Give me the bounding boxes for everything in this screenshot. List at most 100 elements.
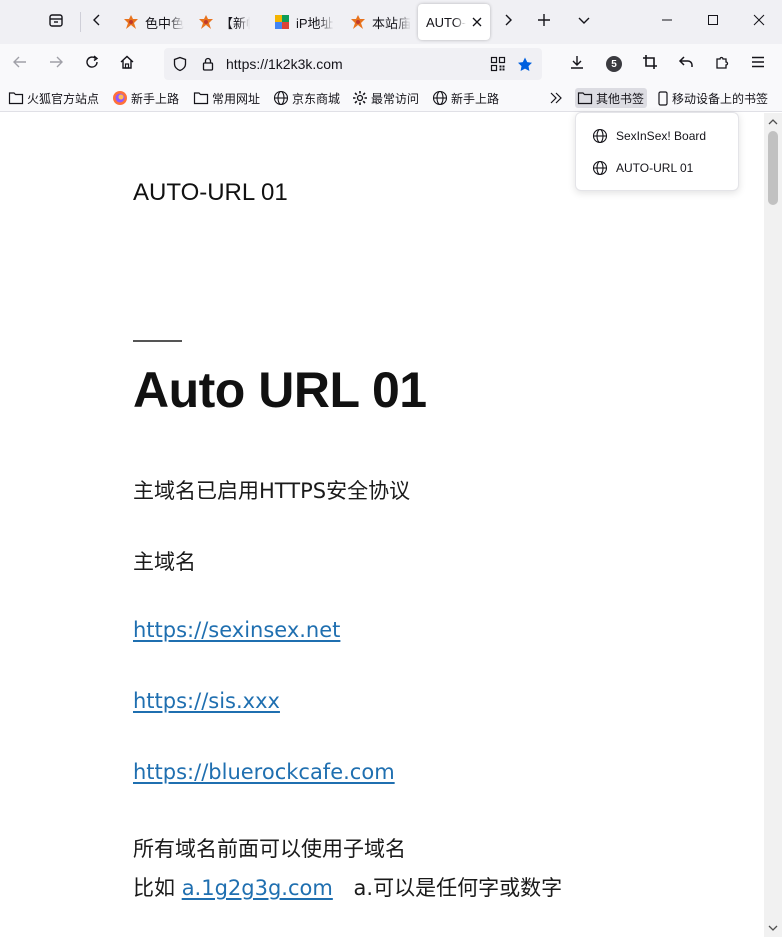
scroll-tabs-left-button[interactable] [81, 6, 113, 38]
globe-icon [592, 128, 608, 144]
domain-link-paragraph: https://bluerockcafe.com [133, 760, 395, 784]
bookmark-label: 其他书签 [596, 91, 645, 106]
bookmark-label: 新手上路 [131, 91, 180, 106]
tab-title: AUTO-URL 01 [426, 14, 466, 30]
bookmark-menu-item[interactable]: SexInSex! Board [592, 126, 706, 146]
scroll-tabs-right-button[interactable] [492, 6, 524, 38]
crop-icon [642, 54, 658, 75]
folder-icon [8, 90, 24, 106]
gear-icon [352, 90, 368, 106]
minimize-icon [661, 13, 673, 31]
main-domain-label: 主域名 [133, 550, 196, 574]
folder-icon [193, 90, 209, 106]
domain-link-paragraph: https://sis.xxx [133, 689, 280, 713]
forward-button[interactable] [40, 48, 72, 80]
domain-link[interactable]: https://sis.xxx [133, 689, 280, 713]
tab-2[interactable]: iP地址 [264, 4, 336, 40]
new-tab-button[interactable] [528, 6, 560, 38]
bookmark-item[interactable]: 最常访问 [352, 88, 419, 108]
post-title: Auto URL 01 [133, 362, 427, 418]
bookmark-item[interactable]: 新手上路 [112, 88, 179, 108]
reload-button[interactable] [76, 48, 108, 80]
downloads-button[interactable] [561, 48, 593, 80]
navigation-toolbar: https://1k2k3k.com 5 [0, 44, 782, 84]
hamburger-menu-icon [750, 54, 766, 75]
close-tab-icon[interactable] [472, 17, 482, 27]
extensions-button[interactable] [706, 48, 738, 80]
bookmarks-overflow-button[interactable] [548, 88, 567, 108]
menu-item-label: SexInSex! Board [616, 129, 707, 143]
tracking-protection-shield-icon[interactable] [172, 56, 188, 72]
url-text[interactable]: https://1k2k3k.com [226, 56, 343, 72]
scroll-down-arrow-icon[interactable] [768, 923, 778, 933]
globe-icon [592, 160, 608, 176]
padlock-icon[interactable] [200, 56, 216, 72]
minimize-button[interactable] [644, 0, 690, 44]
maximize-button[interactable] [690, 0, 736, 44]
puzzle-piece-icon [714, 54, 730, 75]
site-favicon-icon [350, 14, 366, 30]
firefox-icon [112, 90, 128, 106]
extension-badge-button[interactable]: 5 [598, 48, 630, 80]
close-window-button[interactable] [736, 0, 782, 44]
reload-icon [84, 54, 100, 75]
title-separator [133, 340, 182, 342]
bookmark-label: 新手上路 [451, 91, 500, 106]
bookmark-label: 最常访问 [371, 91, 420, 106]
subdomain-note: 所有域名前面可以使用子域名 [133, 837, 406, 861]
bookmark-item[interactable]: 京东商城 [273, 88, 340, 108]
tab-bar: 色中色 【新帖 iP地址 本站庙 AUTO-URL 01 [0, 0, 782, 44]
globe-icon [273, 90, 289, 106]
chevron-left-icon [91, 13, 103, 31]
scroll-up-arrow-icon[interactable] [768, 117, 778, 127]
home-button[interactable] [111, 48, 143, 80]
chevron-right-icon [502, 13, 514, 31]
firefox-view-button[interactable] [40, 6, 72, 38]
tab-title: iP地址 [296, 15, 334, 31]
arrow-left-icon [12, 54, 28, 75]
example-paragraph: 比如 a.1g2g3g.com a.可以是任何字或数字 [133, 872, 562, 902]
https-note: 主域名已启用HTTPS安全协议 [133, 479, 411, 503]
bookmark-menu-item[interactable]: AUTO-URL 01 [592, 158, 693, 178]
domain-link[interactable]: https://bluerockcafe.com [133, 760, 395, 784]
tab-3[interactable]: 本站庙 [340, 4, 412, 40]
example-link[interactable]: a.1g2g3g.com [182, 876, 333, 900]
domain-link-paragraph: https://sexinsex.net [133, 618, 340, 642]
download-icon [569, 54, 585, 75]
app-menu-button[interactable] [742, 48, 774, 80]
address-bar[interactable]: https://1k2k3k.com [164, 48, 542, 80]
bookmark-item[interactable]: 常用网址 [193, 88, 260, 108]
arrow-right-icon [48, 54, 64, 75]
ip-lookup-favicon-icon [274, 14, 290, 30]
other-bookmarks-menu: SexInSex! Board AUTO-URL 01 [575, 112, 739, 191]
mobile-bookmarks-folder[interactable]: 移动设备上的书签 [657, 88, 768, 108]
back-button[interactable] [4, 48, 36, 80]
other-bookmarks-folder[interactable]: 其他书签 [575, 88, 648, 108]
domain-link[interactable]: https://sexinsex.net [133, 618, 340, 642]
list-all-tabs-button[interactable] [568, 6, 600, 38]
bookmark-item[interactable]: 火狐官方站点 [8, 88, 99, 108]
page-scrollbar[interactable] [764, 113, 782, 937]
undo-close-button[interactable] [670, 48, 702, 80]
plus-icon [537, 13, 551, 32]
bookmark-star-icon[interactable] [517, 56, 533, 72]
undo-arrow-icon [678, 54, 694, 75]
bookmark-item[interactable]: 新手上路 [432, 88, 499, 108]
menu-item-label: AUTO-URL 01 [616, 161, 694, 175]
scrollbar-thumb[interactable] [768, 131, 778, 205]
qr-code-icon[interactable] [490, 56, 506, 72]
tab-active[interactable]: AUTO-URL 01 [418, 4, 490, 40]
tab-0[interactable]: 色中色 [113, 4, 185, 40]
screenshot-button[interactable] [634, 48, 666, 80]
tab-1[interactable]: 【新帖 [188, 4, 250, 40]
site-favicon-icon [198, 14, 214, 30]
maximize-icon [707, 13, 719, 31]
site-title[interactable]: AUTO-URL 01 [133, 179, 288, 207]
chevron-down-icon [577, 13, 591, 32]
extension-badge: 5 [606, 56, 622, 72]
bookmark-label: 京东商城 [292, 91, 341, 106]
tab-title: 色中色 [145, 15, 185, 31]
page-content: AUTO-URL 01 Auto URL 01 主域名已启用HTTPS安全协议 … [0, 113, 764, 937]
bookmark-label: 常用网址 [212, 91, 261, 106]
site-favicon-icon [123, 14, 139, 30]
